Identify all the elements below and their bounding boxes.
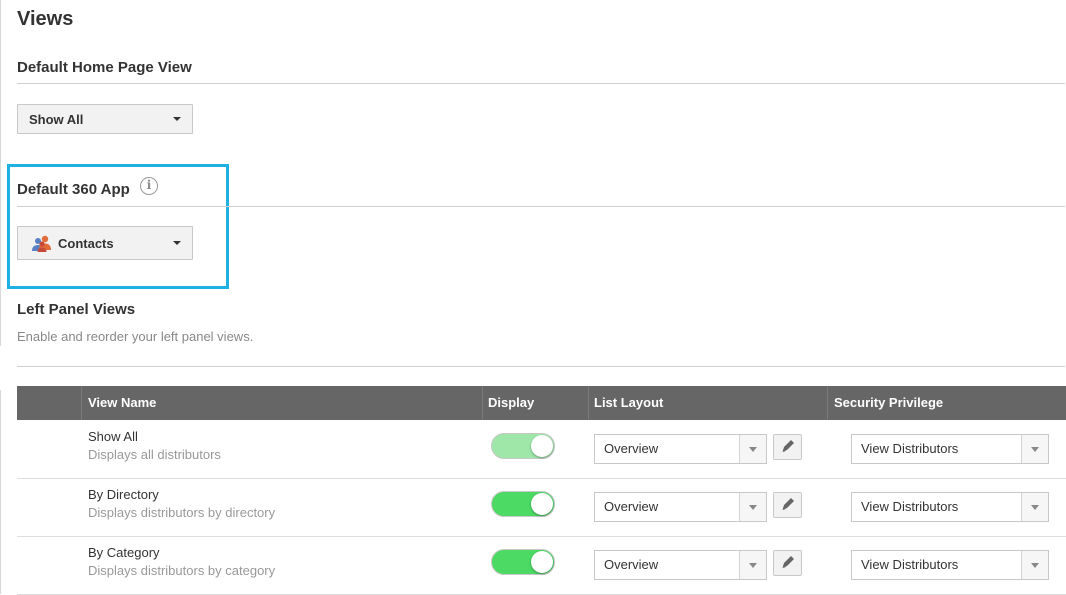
view-description: Displays all distributors xyxy=(88,447,221,462)
toggle-knob xyxy=(531,435,553,457)
left-panel-subtitle: Enable and reorder your left panel views… xyxy=(17,329,254,344)
column-separator xyxy=(482,386,483,420)
divider xyxy=(17,206,1065,207)
chevron-down-icon[interactable] xyxy=(739,551,766,579)
toggle-knob xyxy=(531,551,553,573)
security-privilege-value: View Distributors xyxy=(861,441,959,456)
display-toggle[interactable] xyxy=(491,491,555,517)
view-name: By Directory xyxy=(88,487,159,502)
page-title: Views xyxy=(17,8,74,30)
list-layout-value: Overview xyxy=(604,557,659,572)
pencil-icon xyxy=(782,498,794,510)
column-separator xyxy=(827,386,828,420)
table-row: By Directory Displays distributors by di… xyxy=(17,478,1066,537)
caret-down-icon xyxy=(173,241,181,245)
column-separator xyxy=(81,386,82,420)
chevron-down-icon[interactable] xyxy=(739,493,766,521)
display-toggle[interactable] xyxy=(491,433,555,459)
security-privilege-select[interactable]: View Distributors xyxy=(851,550,1049,580)
contacts-icon xyxy=(31,233,53,253)
list-layout-select[interactable]: Overview xyxy=(594,492,767,522)
list-layout-select[interactable]: Overview xyxy=(594,434,767,464)
chevron-down-icon[interactable] xyxy=(1021,551,1048,579)
pencil-icon xyxy=(782,556,794,568)
chevron-down-icon[interactable] xyxy=(1021,493,1048,521)
app360-dropdown[interactable]: Contacts xyxy=(17,226,193,260)
table-header: View Name Display List Layout Security P… xyxy=(17,386,1066,420)
column-header-list-layout: List Layout xyxy=(594,395,664,410)
left-border xyxy=(0,390,1,594)
pencil-icon xyxy=(782,440,794,452)
table-row: By Category Displays distributors by cat… xyxy=(17,536,1066,595)
security-privilege-value: View Distributors xyxy=(861,499,959,514)
column-separator xyxy=(588,386,589,420)
chevron-down-icon[interactable] xyxy=(739,435,766,463)
view-description: Displays distributors by directory xyxy=(88,505,276,520)
security-privilege-select[interactable]: View Distributors xyxy=(851,434,1049,464)
caret-down-icon xyxy=(173,117,181,121)
security-privilege-value: View Distributors xyxy=(861,557,959,572)
app360-section-title: Default 360 App xyxy=(17,181,130,198)
divider xyxy=(17,366,1065,367)
left-panel-section-title: Left Panel Views xyxy=(17,301,136,318)
home-view-dropdown[interactable]: Show All xyxy=(17,104,193,134)
list-layout-value: Overview xyxy=(604,441,659,456)
list-layout-value: Overview xyxy=(604,499,659,514)
left-border xyxy=(0,0,1,346)
info-icon[interactable]: i xyxy=(140,177,158,195)
column-header-display: Display xyxy=(488,395,535,410)
column-header-view-name: View Name xyxy=(88,395,157,410)
divider xyxy=(17,83,1065,84)
column-header-security-privilege: Security Privilege xyxy=(834,395,944,410)
list-layout-select[interactable]: Overview xyxy=(594,550,767,580)
app360-dropdown-label: Contacts xyxy=(58,235,114,251)
edit-layout-button[interactable] xyxy=(773,492,802,518)
view-description: Displays distributors by category xyxy=(88,563,276,578)
edit-layout-button[interactable] xyxy=(773,550,802,576)
view-name: By Category xyxy=(88,545,160,560)
chevron-down-icon[interactable] xyxy=(1021,435,1048,463)
home-view-dropdown-label: Show All xyxy=(29,111,84,127)
toggle-knob xyxy=(531,493,553,515)
edit-layout-button[interactable] xyxy=(773,434,802,460)
security-privilege-select[interactable]: View Distributors xyxy=(851,492,1049,522)
table-row: Show All Displays all distributors Overv… xyxy=(17,420,1066,479)
view-name: Show All xyxy=(88,429,138,444)
display-toggle[interactable] xyxy=(491,549,555,575)
home-view-section-title: Default Home Page View xyxy=(17,59,192,76)
